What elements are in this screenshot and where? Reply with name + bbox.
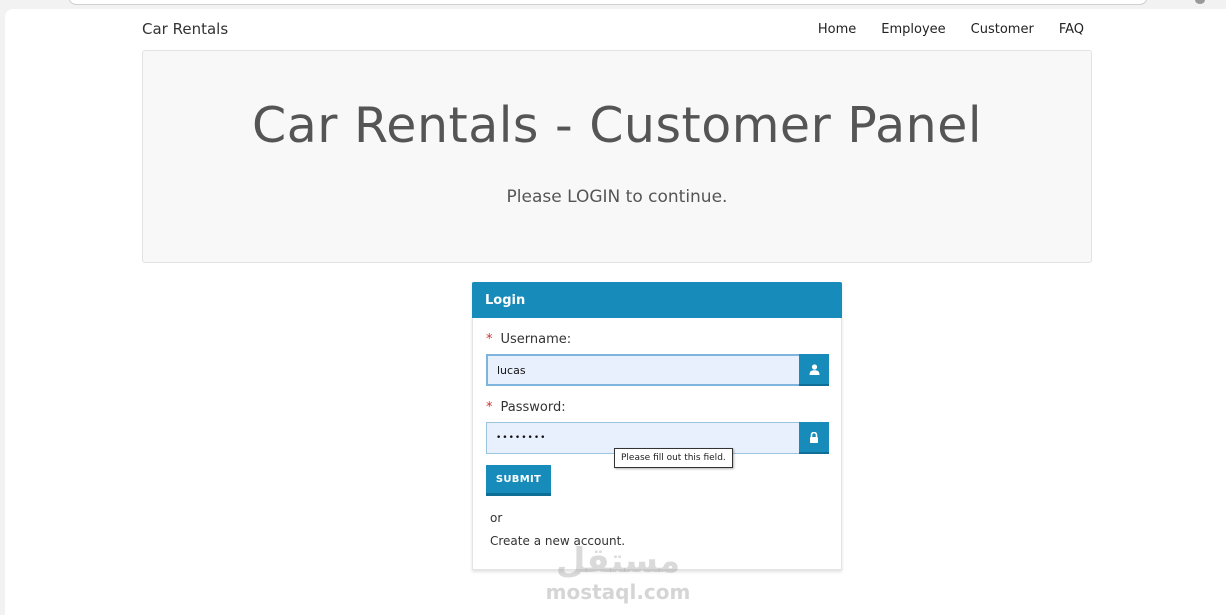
nav-link-faq[interactable]: FAQ [1059, 22, 1084, 37]
navbar: Car Rentals Home Employee Customer FAQ [142, 17, 1092, 47]
jumbotron: Car Rentals - Customer Panel Please LOGI… [142, 50, 1092, 263]
user-icon [799, 354, 829, 386]
username-input[interactable] [486, 354, 800, 386]
password-label: * Password: [486, 400, 566, 415]
username-label-text: Username: [500, 332, 572, 347]
or-text: or [490, 511, 503, 525]
browser-address-bar[interactable] [68, 0, 1148, 5]
required-marker: * [486, 332, 493, 347]
password-label-text: Password: [500, 400, 566, 415]
login-panel-heading: Login [472, 282, 842, 318]
page-title: Car Rentals - Customer Panel [251, 97, 982, 154]
submit-button[interactable]: SUBMIT [486, 465, 551, 496]
nav-link-employee[interactable]: Employee [881, 22, 945, 37]
validation-tooltip: Please fill out this field. [614, 448, 733, 468]
nav-links: Home Employee Customer FAQ [793, 22, 1084, 37]
lock-icon [799, 422, 829, 454]
nav-link-customer[interactable]: Customer [971, 22, 1034, 37]
browser-top-bar [0, 0, 1226, 9]
navbar-brand[interactable]: Car Rentals [142, 20, 228, 38]
page-subtitle: Please LOGIN to continue. [506, 187, 728, 207]
username-label: * Username: [486, 332, 571, 347]
watermark-latin: mostaql.com [545, 580, 691, 604]
page: Car Rentals Home Employee Customer FAQ C… [5, 9, 1226, 615]
required-marker: * [486, 400, 493, 415]
login-panel: Login * Username: * Password: Please fill … [472, 282, 842, 570]
username-input-group [486, 354, 829, 386]
browser-profile-icon[interactable] [1195, 0, 1205, 4]
nav-link-home[interactable]: Home [818, 22, 856, 37]
create-account-link[interactable]: Create a new account. [490, 534, 625, 548]
